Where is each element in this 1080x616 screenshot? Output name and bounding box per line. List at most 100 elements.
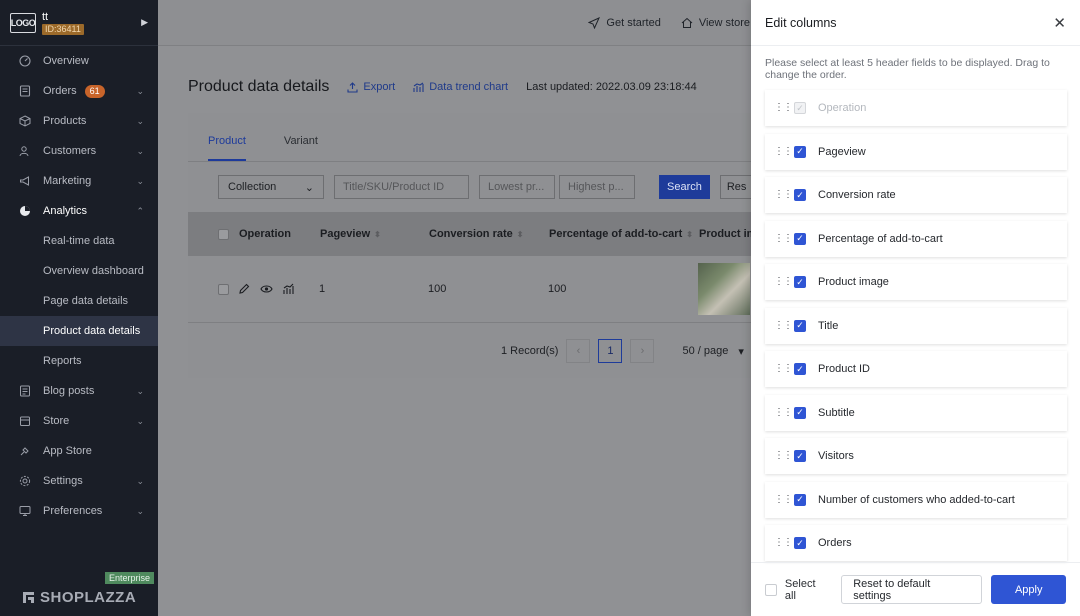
- column-header-pageview[interactable]: Pageview ⬍: [320, 228, 429, 240]
- send-icon: [588, 16, 601, 29]
- page-number-button[interactable]: 1: [598, 339, 623, 363]
- column-option[interactable]: ⋮⋮ ✓ Pageview: [765, 133, 1067, 170]
- select-all-checkbox[interactable]: Select all: [765, 578, 829, 602]
- reset-default-button[interactable]: Reset to default settings: [841, 575, 983, 604]
- sidebar-item-marketing[interactable]: Marketing ⌄: [0, 166, 158, 196]
- export-link[interactable]: Export: [347, 81, 395, 93]
- sidebar-item-overview[interactable]: Overview: [0, 46, 158, 76]
- drag-handle-icon[interactable]: ⋮⋮: [774, 233, 793, 243]
- select-all-rows-checkbox[interactable]: [218, 228, 229, 240]
- search-button[interactable]: Search: [659, 175, 710, 199]
- column-checkbox[interactable]: ✓: [794, 363, 806, 375]
- column-option-label: Subtitle: [818, 406, 855, 419]
- drag-handle-icon[interactable]: ⋮⋮: [774, 190, 793, 200]
- sidebar-item-store[interactable]: Store ⌄: [0, 406, 158, 436]
- column-option-label: Number of customers who added-to-cart: [818, 493, 1015, 506]
- sidebar-item-app-store[interactable]: App Store: [0, 436, 158, 466]
- sidebar-item-customers[interactable]: Customers ⌄: [0, 136, 158, 166]
- drag-handle-icon[interactable]: ⋮⋮: [774, 320, 793, 330]
- chevron-down-icon: ⌄: [136, 115, 144, 126]
- column-checkbox[interactable]: ✓: [794, 406, 806, 419]
- sidebar-item-blog-posts[interactable]: Blog posts ⌄: [0, 376, 158, 406]
- sidebar-item-label: Customers: [43, 145, 97, 157]
- tab-variant[interactable]: Variant: [284, 135, 318, 161]
- next-page-button[interactable]: ›: [630, 339, 655, 363]
- sidebar-item-label: Orders: [43, 85, 77, 97]
- sidebar-item-products[interactable]: Products ⌄: [0, 106, 158, 136]
- column-option[interactable]: ⋮⋮ ✓ Title: [765, 307, 1067, 344]
- sidebar-item-label: Preferences: [43, 505, 103, 517]
- sidebar-item-orders[interactable]: Orders 61 ⌄: [0, 76, 158, 106]
- column-checkbox[interactable]: ✓: [794, 450, 806, 462]
- trend-chart-icon[interactable]: [283, 283, 295, 295]
- store-header[interactable]: LOGO tt ID:36411 ▶: [0, 0, 158, 46]
- sidebar-subitem-reports[interactable]: Reports: [0, 346, 158, 376]
- orders-count-badge: 61: [84, 84, 105, 98]
- column-header-conversion-rate[interactable]: Conversion rate ⬍: [429, 228, 549, 240]
- tab-divider: [188, 161, 788, 162]
- store-name: tt: [42, 10, 49, 23]
- column-checkbox[interactable]: ✓: [794, 537, 806, 549]
- caret-right-icon[interactable]: ▶: [141, 17, 148, 28]
- page-size-select[interactable]: 50 / page ▾: [682, 345, 743, 358]
- tab-product[interactable]: Product: [208, 135, 246, 161]
- edit-icon[interactable]: [238, 283, 250, 295]
- column-option[interactable]: ⋮⋮ ✓ Orders: [765, 525, 1067, 561]
- sidebar-item-analytics[interactable]: Analytics ⌃: [0, 196, 158, 226]
- view-store-link[interactable]: View store: [681, 17, 750, 29]
- sidebar-subitem-page-data[interactable]: Page data details: [0, 286, 158, 316]
- column-checkbox[interactable]: ✓: [794, 319, 806, 332]
- sidebar-subitem-realtime[interactable]: Real-time data: [0, 226, 158, 256]
- sidebar-item-preferences[interactable]: Preferences ⌄: [0, 496, 158, 526]
- reset-button[interactable]: Res: [719, 175, 754, 199]
- column-option[interactable]: ⋮⋮ ✓ Number of customers who added-to-cart: [765, 481, 1067, 518]
- column-option[interactable]: ⋮⋮ ✓ Percentage of add-to-cart: [765, 220, 1067, 257]
- pie-chart-icon: [18, 205, 31, 218]
- column-option[interactable]: ⋮⋮ ✓ Product image: [765, 264, 1067, 300]
- brand-mark-icon: [23, 592, 34, 603]
- drag-handle-icon[interactable]: ⋮⋮: [774, 364, 793, 374]
- collection-select[interactable]: Collection ⌄: [218, 175, 324, 199]
- drag-handle-icon[interactable]: ⋮⋮: [774, 451, 793, 461]
- drag-handle-icon[interactable]: ⋮⋮: [774, 494, 793, 504]
- column-checkbox[interactable]: ✓: [794, 189, 806, 201]
- column-checkbox[interactable]: ✓: [794, 276, 806, 288]
- row-checkbox[interactable]: [218, 283, 229, 295]
- column-checkbox[interactable]: ✓: [794, 493, 806, 506]
- drag-handle-icon[interactable]: ⋮⋮: [774, 146, 793, 156]
- close-icon[interactable]: ✕: [1053, 14, 1066, 32]
- column-option[interactable]: ⋮⋮ ✓ Conversion rate: [765, 177, 1067, 213]
- highest-price-input[interactable]: Highest p...: [559, 175, 635, 199]
- checkbox-box: [765, 583, 777, 596]
- sidebar-item-settings[interactable]: Settings ⌄: [0, 466, 158, 496]
- column-option[interactable]: ⋮⋮ ✓ Operation: [765, 90, 1067, 126]
- drag-handle-icon[interactable]: ⋮⋮: [774, 277, 793, 287]
- table-row: 1 100 100: [188, 256, 788, 323]
- column-header-add-to-cart[interactable]: Percentage of add-to-cart ⬍: [549, 228, 699, 240]
- monitor-icon: [18, 505, 31, 518]
- column-checkbox[interactable]: ✓: [794, 145, 806, 158]
- get-started-link[interactable]: Get started: [588, 16, 661, 29]
- apply-button[interactable]: Apply: [991, 575, 1066, 604]
- column-option-label: Visitors: [818, 450, 854, 462]
- chevron-down-icon: ⌄: [304, 181, 314, 194]
- column-checkbox[interactable]: ✓: [794, 232, 806, 245]
- column-option[interactable]: ⋮⋮ ✓ Product ID: [765, 351, 1067, 387]
- column-option[interactable]: ⋮⋮ ✓ Subtitle: [765, 394, 1067, 431]
- chevron-down-icon: ⌄: [136, 175, 144, 186]
- trend-chart-icon: [413, 82, 424, 92]
- search-input[interactable]: Title/SKU/Product ID: [334, 175, 469, 199]
- chevron-down-icon: ⌄: [136, 145, 144, 156]
- drag-handle-icon[interactable]: ⋮⋮: [774, 407, 793, 417]
- sidebar-subitem-product-data[interactable]: Product data details: [0, 316, 158, 346]
- prev-page-button[interactable]: ‹: [566, 339, 591, 363]
- sidebar: LOGO tt ID:36411 ▶ Overview Orders 61 ⌄ …: [0, 0, 158, 616]
- column-option[interactable]: ⋮⋮ ✓ Visitors: [765, 438, 1067, 474]
- sidebar-subitem-overview-dashboard[interactable]: Overview dashboard: [0, 256, 158, 286]
- data-trend-chart-link[interactable]: Data trend chart: [413, 81, 508, 93]
- lowest-price-input[interactable]: Lowest pr...: [479, 175, 555, 199]
- blog-icon: [18, 385, 31, 398]
- eye-icon[interactable]: [260, 283, 273, 295]
- drag-handle-icon[interactable]: ⋮⋮: [774, 538, 793, 548]
- drag-handle-icon[interactable]: ⋮⋮: [774, 103, 793, 113]
